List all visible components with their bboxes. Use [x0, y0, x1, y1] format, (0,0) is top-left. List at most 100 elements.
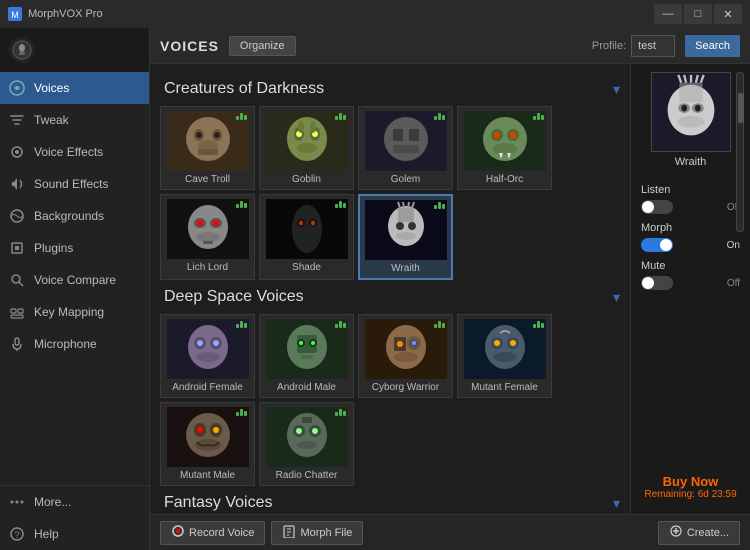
sidebar-item-help[interactable]: ? Help: [0, 518, 149, 550]
mutant-female-img: [464, 319, 546, 379]
mute-label: Mute: [641, 260, 665, 272]
morph-file-label: Morph File: [300, 527, 352, 539]
morph-label: Morph: [641, 222, 672, 234]
radio-chatter-indicator: [335, 409, 346, 416]
bottom-bar: Record Voice Morph File Create...: [150, 514, 750, 550]
half-orc-name: Half-Orc: [484, 174, 525, 185]
cave-troll-name: Cave Troll: [183, 174, 232, 185]
android-female-name: Android Female: [170, 382, 245, 393]
voice-card-mutant-male[interactable]: Mutant Male: [160, 402, 255, 486]
volume-slider[interactable]: [736, 72, 744, 232]
voice-card-wraith[interactable]: Wraith: [358, 194, 453, 280]
voice-card-half-orc[interactable]: Half-Orc: [457, 106, 552, 190]
voice-card-goblin[interactable]: Goblin: [259, 106, 354, 190]
android-male-name: Android Male: [275, 382, 338, 393]
section-collapse-deep-space[interactable]: ▾: [613, 289, 620, 306]
listen-toggle[interactable]: [641, 200, 673, 214]
voices-icon: [8, 79, 26, 97]
section-collapse-fantasy[interactable]: ▾: [613, 495, 620, 512]
sidebar-item-tweak[interactable]: Tweak: [0, 104, 149, 136]
voices-list[interactable]: Creatures of Darkness ▾: [150, 64, 630, 514]
sidebar-bottom: More... ? Help: [0, 485, 149, 550]
android-male-indicator: [335, 321, 346, 328]
search-button[interactable]: Search: [685, 35, 740, 57]
sidebar-item-more[interactable]: More...: [0, 486, 149, 518]
sidebar-item-backgrounds[interactable]: Backgrounds: [0, 200, 149, 232]
mute-toggle[interactable]: [641, 276, 673, 290]
tweak-icon: [8, 111, 26, 129]
mute-toggle-row: Off: [637, 276, 744, 290]
lich-lord-indicator: [236, 201, 247, 208]
section-title-creatures: Creatures of Darkness: [164, 80, 324, 98]
record-voice-label: Record Voice: [189, 527, 254, 539]
sidebar-item-sound-effects[interactable]: Sound Effects: [0, 168, 149, 200]
organize-button[interactable]: Organize: [229, 36, 296, 56]
section-collapse-creatures[interactable]: ▾: [613, 81, 620, 98]
record-voice-button[interactable]: Record Voice: [160, 521, 265, 545]
goblin-name: Goblin: [290, 174, 323, 185]
preview-name: Wraith: [675, 156, 707, 168]
mutant-male-name: Mutant Male: [178, 470, 237, 481]
voice-card-android-female[interactable]: Android Female: [160, 314, 255, 398]
main-container: Voices Tweak Voice Effects Sound Effects…: [0, 28, 750, 550]
voice-card-lich-lord[interactable]: Lich Lord: [160, 194, 255, 280]
profile-label: Profile:: [592, 40, 626, 52]
maximize-button[interactable]: □: [684, 4, 712, 24]
morph-file-button[interactable]: Morph File: [271, 521, 363, 545]
backgrounds-icon: [8, 207, 26, 225]
profile-select[interactable]: test: [631, 35, 675, 57]
create-icon: [669, 524, 683, 541]
profile-group: Profile: test: [592, 35, 675, 57]
minimize-button[interactable]: —: [654, 4, 682, 24]
wraith-indicator: [434, 202, 445, 209]
header-bar: VOICES Organize Profile: test Search: [150, 28, 750, 64]
voice-card-android-male[interactable]: Android Male: [259, 314, 354, 398]
shade-img: [266, 199, 348, 259]
cave-troll-img: [167, 111, 249, 171]
voice-card-mutant-female[interactable]: Mutant Female: [457, 314, 552, 398]
sidebar-item-voice-compare[interactable]: Voice Compare: [0, 264, 149, 296]
more-icon: [8, 493, 26, 511]
sidebar-header: [0, 28, 149, 72]
sidebar: Voices Tweak Voice Effects Sound Effects…: [0, 28, 150, 550]
wraith-name: Wraith: [389, 263, 422, 274]
sidebar-item-voice-effects[interactable]: Voice Effects: [0, 136, 149, 168]
buy-now-text[interactable]: Buy Now: [644, 474, 736, 489]
half-orc-img: [464, 111, 546, 171]
voice-compare-icon: [8, 271, 26, 289]
section-title-fantasy: Fantasy Voices: [164, 494, 273, 512]
svg-text:?: ?: [14, 530, 19, 540]
goblin-indicator: [335, 113, 346, 120]
sidebar-item-voices[interactable]: Voices: [0, 72, 149, 104]
mutant-male-img: [167, 407, 249, 467]
voice-card-shade[interactable]: Shade: [259, 194, 354, 280]
help-label: Help: [34, 527, 59, 541]
voice-card-radio-chatter[interactable]: Radio Chatter: [259, 402, 354, 486]
create-label: Create...: [687, 527, 729, 539]
lich-lord-img: [167, 199, 249, 259]
titlebar-title: MorphVOX Pro: [28, 8, 654, 20]
golem-img: [365, 111, 447, 171]
sidebar-item-key-mapping[interactable]: Key Mapping: [0, 296, 149, 328]
mute-row: Mute: [637, 260, 744, 272]
voice-effects-label: Voice Effects: [34, 145, 103, 159]
create-button[interactable]: Create...: [658, 521, 740, 545]
radio-chatter-name: Radio Chatter: [274, 470, 340, 481]
shade-indicator: [335, 201, 346, 208]
mutant-female-name: Mutant Female: [469, 382, 540, 393]
mutant-female-indicator: [533, 321, 544, 328]
cyborg-warrior-indicator: [434, 321, 445, 328]
golem-name: Golem: [389, 174, 422, 185]
voice-card-golem[interactable]: Golem: [358, 106, 453, 190]
close-button[interactable]: ✕: [714, 4, 742, 24]
voice-card-cyborg-warrior[interactable]: Cyborg Warrior: [358, 314, 453, 398]
morph-file-icon: [282, 524, 296, 541]
sidebar-item-plugins[interactable]: Plugins: [0, 232, 149, 264]
section-header-creatures: Creatures of Darkness ▾: [164, 80, 620, 98]
sidebar-item-microphone[interactable]: Microphone: [0, 328, 149, 360]
morph-toggle[interactable]: [641, 238, 673, 252]
voice-card-cave-troll[interactable]: Cave Troll: [160, 106, 255, 190]
wraith-img: [365, 200, 447, 260]
shade-name: Shade: [290, 262, 323, 273]
tweak-label: Tweak: [34, 113, 69, 127]
